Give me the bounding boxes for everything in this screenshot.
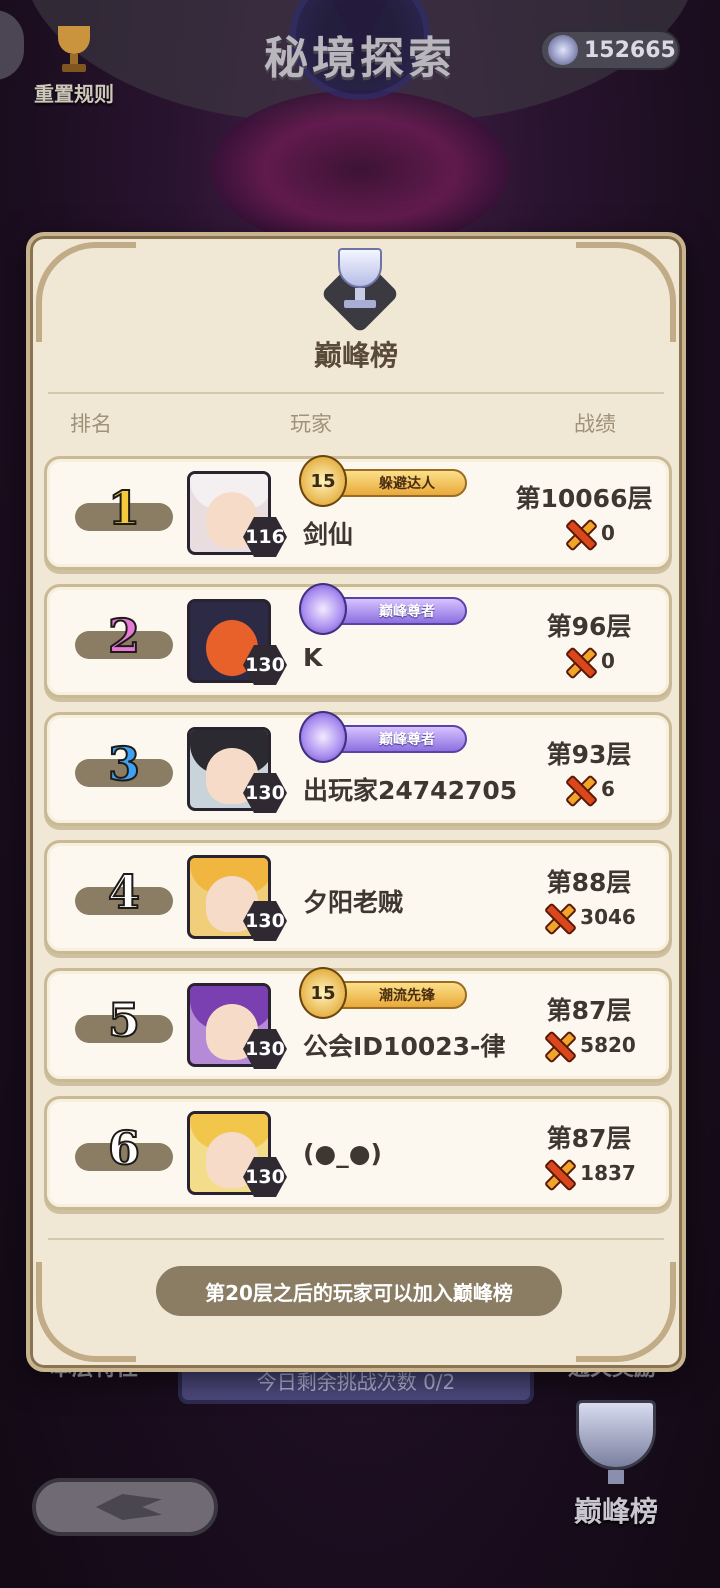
score: 0 <box>519 645 659 677</box>
column-headers: 排名 玩家 战绩 <box>30 408 682 438</box>
crossed-swords-icon <box>563 773 595 805</box>
top-bar: 秘境探索 重置规则 152665 <box>0 0 720 120</box>
peak-emblem-icon <box>299 583 347 635</box>
crossed-swords-icon <box>563 645 595 677</box>
title-label: 巅峰尊者 <box>379 732 435 748</box>
rank-number: 1 <box>107 480 141 536</box>
score-value: 0 <box>601 521 615 545</box>
corner-ornament <box>576 1262 676 1362</box>
corner-ornament <box>36 242 136 342</box>
rank-number: 4 <box>107 864 141 920</box>
player-name: 出玩家24742705 <box>303 776 518 805</box>
table-row[interactable]: 2 130 巅峰尊者 K 第96层 0 <box>44 583 672 698</box>
divider <box>48 1238 664 1240</box>
rank-number: 6 <box>107 1120 141 1176</box>
title-badge: 巅峰尊者 <box>299 711 467 763</box>
peak-emblem-icon <box>299 711 347 763</box>
reset-rules-button[interactable]: 重置规则 <box>24 24 124 107</box>
crossed-swords-icon <box>563 517 595 549</box>
score-value: 0 <box>601 649 615 673</box>
currency-value: 152665 <box>584 37 676 63</box>
corner-ornament <box>36 1262 136 1362</box>
score: 5820 <box>519 1029 659 1061</box>
player-name: 剑仙 <box>303 520 354 549</box>
back-arrow-icon <box>96 1494 162 1520</box>
title-badge: 15 躲避达人 <box>299 455 467 507</box>
peak-leaderboard-label: 巅峰榜 <box>573 1495 658 1528</box>
player-name: 公会ID10023-律 <box>303 1032 506 1061</box>
score: 0 <box>519 517 659 549</box>
gem-icon <box>548 35 578 65</box>
col-player: 玩家 <box>290 412 332 436</box>
title-label: 躲避达人 <box>379 476 435 492</box>
score: 3046 <box>519 901 659 933</box>
rank-number: 2 <box>107 608 141 664</box>
score-value: 5820 <box>580 1033 636 1057</box>
back-button[interactable] <box>32 1478 218 1536</box>
player-name: 夕阳老贼 <box>303 888 404 917</box>
rank-number: 5 <box>107 992 141 1048</box>
trophy-icon <box>576 1400 656 1470</box>
currency-display: 152665 <box>540 30 680 70</box>
floor-reached: 第10066层 <box>515 484 653 513</box>
table-row[interactable]: 3 130 巅峰尊者 出玩家24742705 第93层 6 <box>44 711 672 826</box>
title-badge: 巅峰尊者 <box>299 583 467 635</box>
floor-reached: 第87层 <box>546 1124 632 1153</box>
player-name: (●_●) <box>303 1139 382 1168</box>
score-value: 6 <box>601 777 615 801</box>
title-label: 巅峰尊者 <box>379 604 435 620</box>
floor-reached: 第88层 <box>546 868 632 897</box>
col-score: 战绩 <box>574 412 616 436</box>
trophy-icon <box>52 24 96 74</box>
score-value: 1837 <box>580 1161 636 1185</box>
score: 1837 <box>519 1157 659 1189</box>
score-value: 3046 <box>580 905 636 929</box>
floor-reached: 第96层 <box>546 612 632 641</box>
crossed-swords-icon <box>542 901 574 933</box>
panel-title: 巅峰榜 <box>313 339 398 372</box>
table-row[interactable]: 4 130 夕阳老贼 第88层 3046 <box>44 840 672 954</box>
crossed-swords-icon <box>542 1029 574 1061</box>
title-label: 潮流先锋 <box>379 988 435 1004</box>
rank-number: 3 <box>107 736 141 792</box>
reset-rules-label: 重置规则 <box>34 82 114 106</box>
floor-reached: 第87层 <box>546 996 632 1025</box>
player-name: K <box>303 643 323 672</box>
divider <box>48 392 664 394</box>
corner-ornament <box>576 242 676 342</box>
leaderboard-note: 第20层之后的玩家可以加入巅峰榜 <box>156 1266 562 1316</box>
score: 6 <box>519 773 659 805</box>
title-emblem-icon: 15 <box>299 455 347 507</box>
title-emblem-icon: 15 <box>299 967 347 1019</box>
table-row[interactable]: 6 130 (●_●) 第87层 1837 <box>44 1096 672 1210</box>
crossed-swords-icon <box>542 1157 574 1189</box>
leaderboard-panel: 巅峰榜 排名 玩家 战绩 1 116 15 躲避达人 剑仙 第10066层 0 … <box>26 232 686 1372</box>
col-rank: 排名 <box>70 412 112 436</box>
table-row[interactable]: 5 130 15 潮流先锋 公会ID10023-律 第87层 5820 <box>44 967 672 1082</box>
title-badge: 15 潮流先锋 <box>299 967 467 1019</box>
table-row[interactable]: 1 116 15 躲避达人 剑仙 第10066层 0 <box>44 455 672 570</box>
floor-reached: 第93层 <box>546 740 632 769</box>
peak-leaderboard-button[interactable]: 巅峰榜 <box>556 1400 676 1550</box>
silver-trophy-icon <box>320 248 400 334</box>
